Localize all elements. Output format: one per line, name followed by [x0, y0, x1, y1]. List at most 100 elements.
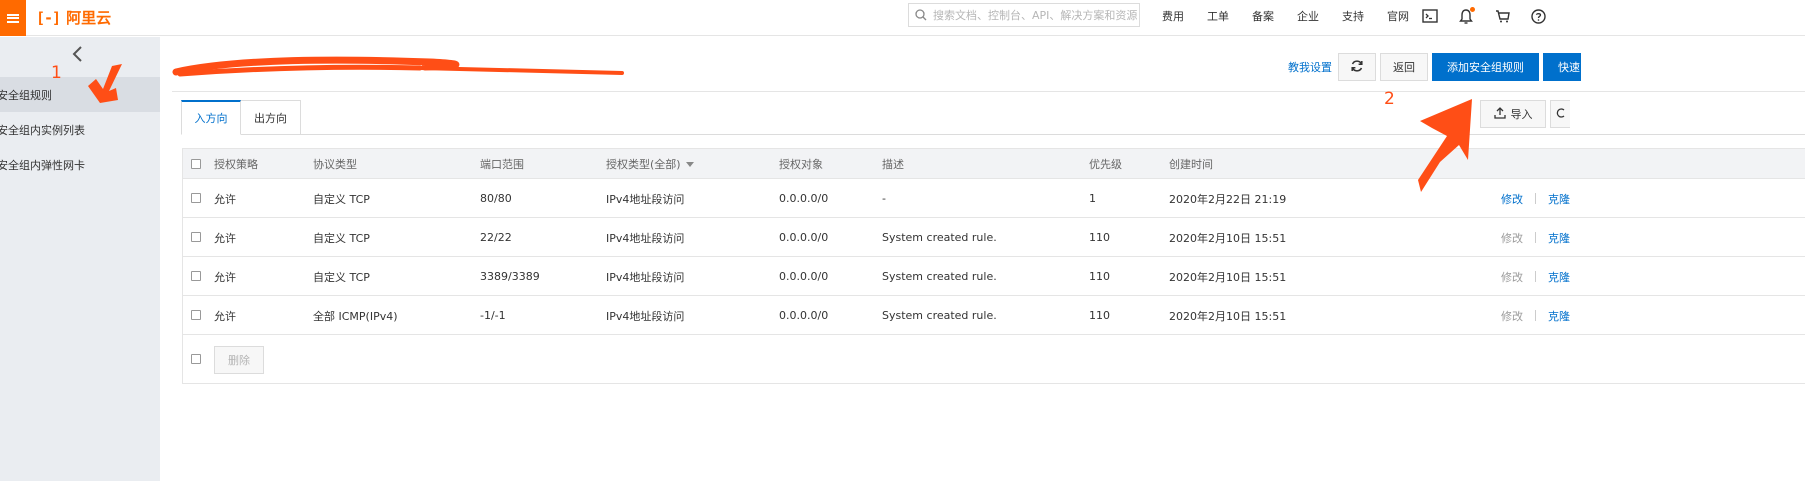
header-divider: [172, 91, 1805, 92]
column-header-target: 授权对象: [779, 158, 823, 171]
tab-inbound[interactable]: 入方向: [181, 100, 241, 135]
cell-priority: 1: [1089, 192, 1096, 205]
top-link-billing[interactable]: 费用: [1162, 8, 1184, 24]
cell-policy: 允许: [214, 270, 236, 284]
top-icons: [1422, 0, 1566, 32]
cell-description: System created rule.: [882, 309, 997, 322]
action-separator: [1535, 271, 1536, 282]
cell-priority: 110: [1089, 309, 1110, 322]
auth-type-header-label: 授权类型(全部): [606, 158, 681, 171]
top-link-enterprise[interactable]: 企业: [1297, 8, 1319, 24]
bell-icon[interactable]: [1458, 7, 1475, 24]
refresh-button[interactable]: [1338, 53, 1376, 81]
add-security-rule-button[interactable]: 添加安全组规则: [1432, 53, 1539, 81]
sidebar-item-label: 安全组内弹性网卡: [0, 158, 85, 172]
cell-protocol: 自定义 TCP: [313, 231, 370, 245]
clone-rule-link[interactable]: 克隆: [1548, 269, 1570, 285]
search-input[interactable]: [933, 5, 1139, 25]
cell-created: 2020年2月22日 21:19: [1169, 192, 1287, 206]
column-header-auth-type[interactable]: 授权类型(全部): [606, 149, 694, 179]
table-row: 允许 自定义 TCP 3389/3389 IPv4地址段访问 0.0.0.0/0…: [183, 257, 1805, 296]
sidebar-item-instances[interactable]: 安全组内实例列表: [0, 112, 160, 147]
upload-icon: [1493, 106, 1506, 122]
export-button[interactable]: [1550, 100, 1570, 128]
top-links: 费用 工单 备案 企业 支持 官网: [1162, 0, 1432, 32]
import-label: 导入: [1510, 108, 1533, 121]
back-button[interactable]: 返回: [1380, 53, 1428, 81]
cell-auth-type: IPv4地址段访问: [606, 309, 685, 323]
quick-add-button[interactable]: 快速: [1543, 53, 1581, 81]
cell-description: System created rule.: [882, 270, 997, 283]
global-search[interactable]: [908, 3, 1140, 27]
cell-priority: 110: [1089, 231, 1110, 244]
row-checkbox[interactable]: [191, 193, 201, 203]
column-header-policy: 授权策略: [214, 158, 258, 171]
sidebar-item-label: 安全组内实例列表: [0, 123, 85, 137]
cell-target: 0.0.0.0/0: [779, 270, 829, 283]
cell-policy: 允许: [214, 192, 236, 206]
delete-button: 删除: [214, 346, 264, 374]
edit-rule-link[interactable]: 修改: [1501, 191, 1523, 207]
cell-actions: 修改 克隆: [1501, 296, 1570, 335]
help-icon[interactable]: [1530, 8, 1546, 24]
footer-select-checkbox[interactable]: [191, 354, 201, 364]
cell-priority: 110: [1089, 270, 1110, 283]
export-icon: [1556, 107, 1566, 122]
edit-rule-link: 修改: [1501, 270, 1523, 284]
action-separator: [1535, 232, 1536, 243]
annotation-step-1: 1: [51, 63, 62, 83]
cell-protocol: 自定义 TCP: [313, 270, 370, 284]
cell-auth-type: IPv4地址段访问: [606, 192, 685, 206]
import-button[interactable]: 导入: [1480, 100, 1546, 128]
tab-outbound[interactable]: 出方向: [241, 100, 301, 135]
top-link-icp[interactable]: 备案: [1252, 8, 1274, 24]
top-link-website[interactable]: 官网: [1387, 8, 1409, 24]
column-header-created: 创建时间: [1169, 158, 1213, 171]
terminal-icon[interactable]: [1422, 8, 1438, 24]
notification-dot: [1470, 7, 1475, 12]
search-icon: [915, 9, 927, 21]
edit-rule-link: 修改: [1501, 309, 1523, 323]
cell-policy: 允许: [214, 231, 236, 245]
action-separator: [1535, 193, 1536, 204]
clone-rule-link[interactable]: 克隆: [1548, 191, 1570, 207]
refresh-icon: [1350, 59, 1364, 76]
top-link-tickets[interactable]: 工单: [1207, 8, 1229, 24]
cell-actions: 修改 克隆: [1501, 257, 1570, 296]
clone-rule-link[interactable]: 克隆: [1548, 308, 1570, 324]
row-checkbox[interactable]: [191, 232, 201, 242]
sidebar-item-security-rules[interactable]: 安全组规则: [0, 77, 160, 112]
cart-icon[interactable]: [1494, 8, 1510, 24]
chevron-left-icon[interactable]: [70, 45, 84, 66]
row-checkbox[interactable]: [191, 271, 201, 281]
column-header-port: 端口范围: [480, 158, 524, 171]
cell-target: 0.0.0.0/0: [779, 309, 829, 322]
security-rules-table: 授权策略 协议类型 端口范围 授权类型(全部) 授权对象 描述 优先级 创建时间…: [182, 148, 1805, 384]
sidebar-item-network-interfaces[interactable]: 安全组内弹性网卡: [0, 147, 160, 182]
row-checkbox[interactable]: [191, 310, 201, 320]
redacted-title-scribble: [172, 56, 624, 77]
header-actions: 教我设置 返回 添加安全组规则 快速: [1288, 53, 1581, 81]
top-link-support[interactable]: 支持: [1342, 8, 1364, 24]
select-all-checkbox[interactable]: [191, 159, 201, 169]
cell-port: -1/-1: [480, 309, 506, 322]
cell-target: 0.0.0.0/0: [779, 231, 829, 244]
table-row: 允许 全部 ICMP(IPv4) -1/-1 IPv4地址段访问 0.0.0.0…: [183, 296, 1805, 335]
help-setup-link[interactable]: 教我设置: [1288, 59, 1332, 75]
cell-created: 2020年2月10日 15:51: [1169, 309, 1287, 323]
cell-auth-type: IPv4地址段访问: [606, 270, 685, 284]
direction-tabs: 入方向 出方向: [181, 100, 301, 135]
sidebar-item-label: 安全组规则: [0, 88, 52, 102]
cell-port: 22/22: [480, 231, 512, 244]
edit-rule-link: 修改: [1501, 231, 1523, 245]
column-header-protocol: 协议类型: [313, 158, 357, 171]
cell-port: 3389/3389: [480, 270, 540, 283]
menu-button[interactable]: [0, 0, 26, 36]
cell-created: 2020年2月10日 15:51: [1169, 270, 1287, 284]
caret-down-icon: [685, 161, 694, 167]
logo-mark: [-]: [36, 8, 61, 27]
clone-rule-link[interactable]: 克隆: [1548, 230, 1570, 246]
action-separator: [1535, 310, 1536, 321]
aliyun-logo[interactable]: [-] 阿里云: [36, 7, 111, 28]
hamburger-icon: [7, 13, 19, 23]
